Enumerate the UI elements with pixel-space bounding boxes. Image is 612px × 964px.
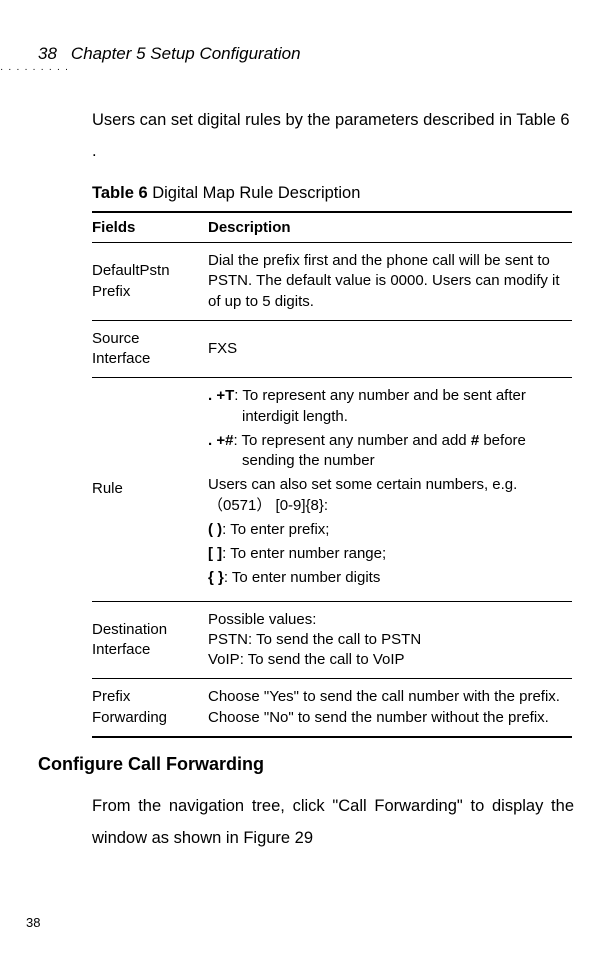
field-cell: Destination Interface [92,601,208,679]
rule-label: . +T [208,387,234,404]
rule-text: : To represent any number and add [233,432,470,449]
field-cell: Prefix Forwarding [92,679,208,737]
desc-line: VoIP: To send the call to VoIP [208,650,566,670]
rule-label: [ ] [208,545,222,562]
description-cell: . +T: To represent any number and be sen… [208,378,572,601]
desc-line: PSTN: To send the call to PSTN [208,630,566,650]
chapter-title: Chapter 5 Setup Configuration [71,44,301,64]
description-cell: Choose "Yes" to send the call number wit… [208,679,572,737]
intro-paragraph: Users can set digital rules by the param… [92,105,574,168]
digital-map-rule-table: Fields Description DefaultPstn Prefix Di… [92,211,572,738]
description-cell: Possible values: PSTN: To send the call … [208,601,572,679]
table-header-fields: Fields [92,212,208,243]
field-cell: Rule [92,378,208,601]
footer-page-number: 38 [26,915,40,930]
rule-label: . +# [208,432,233,449]
rule-text: Users can also set some certain numbers,… [208,475,566,516]
table-row: Source Interface FXS [92,320,572,378]
rule-label: { } [208,569,224,586]
header-page-number: 38 [38,44,71,64]
rule-text: : To enter number digits [224,569,380,586]
page-header: 38 Chapter 5 Setup Configuration [38,44,574,64]
rule-hash: # [471,432,479,449]
description-cell: FXS [208,320,572,378]
rule-text: : To enter number range; [222,545,386,562]
rule-label: ( ) [208,521,222,538]
section-body: From the navigation tree, click "Call Fo… [92,791,574,854]
table-row: Destination Interface Possible values: P… [92,601,572,679]
table-caption-number: Table 6 [92,184,148,202]
description-cell: Dial the prefix first and the phone call… [208,243,572,321]
table-caption-text: Digital Map Rule Description [148,184,361,202]
table-row: DefaultPstn Prefix Dial the prefix first… [92,243,572,321]
table-header-description: Description [208,212,572,243]
desc-line: Possible values: [208,610,566,630]
decorative-dots: · · · · · · · · · [0,64,574,75]
table-caption: Table 6 Digital Map Rule Description [92,184,574,203]
table-row: Rule . +T: To represent any number and b… [92,378,572,601]
field-cell: Source Interface [92,320,208,378]
rule-text: : To enter prefix; [222,521,329,538]
rule-text: : To represent any number and be sent af… [234,387,526,424]
field-cell: DefaultPstn Prefix [92,243,208,321]
section-heading: Configure Call Forwarding [38,754,574,775]
table-row: Prefix Forwarding Choose "Yes" to send t… [92,679,572,737]
